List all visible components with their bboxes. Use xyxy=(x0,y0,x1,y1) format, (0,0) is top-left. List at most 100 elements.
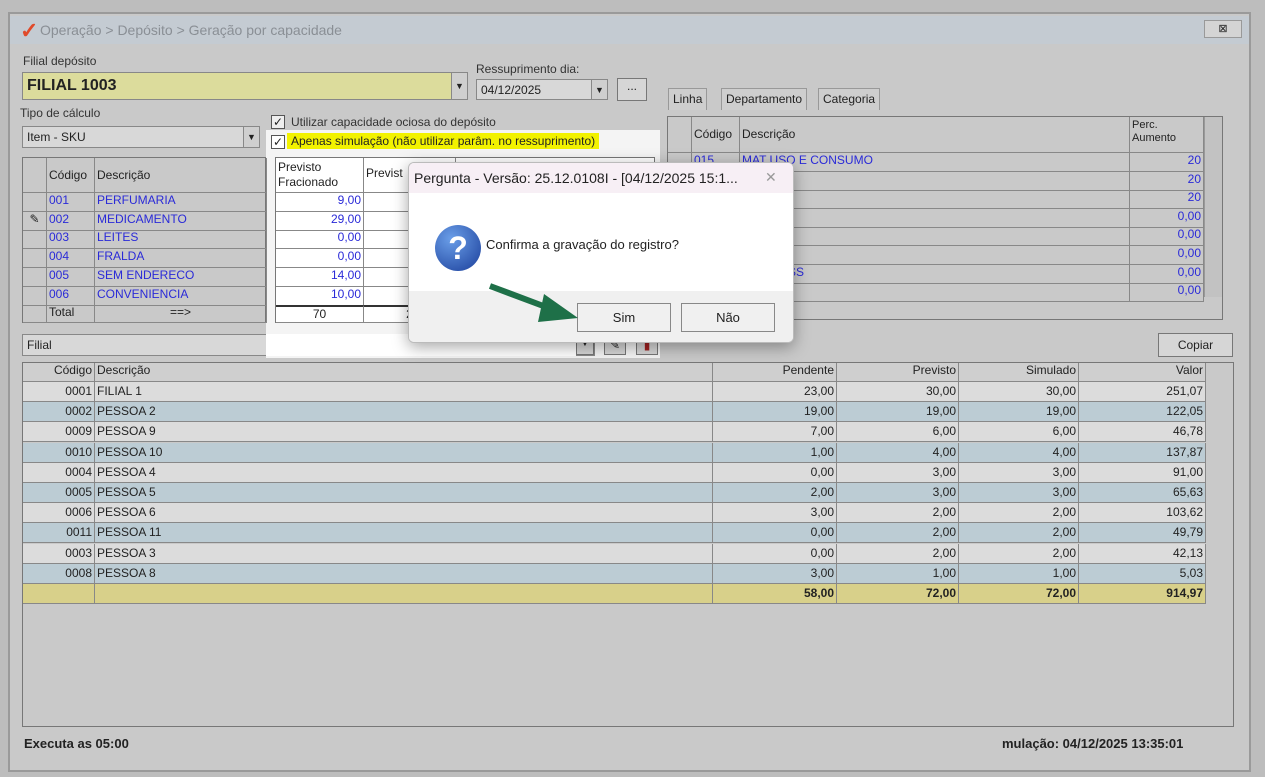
vertical-scrollbar[interactable] xyxy=(1204,117,1222,297)
table-cell[interactable]: 0008 xyxy=(23,563,95,584)
table-cell[interactable]: 3,00 xyxy=(959,483,1079,503)
row-selector[interactable] xyxy=(23,286,47,306)
table-cell[interactable]: 2,00 xyxy=(837,503,959,524)
table-cell[interactable]: 0,00 xyxy=(713,462,837,483)
perc-aumento-cell[interactable]: 0,00 xyxy=(1130,283,1204,303)
table-cell[interactable]: 0002 xyxy=(23,402,95,423)
edit-row-icon[interactable]: ✎ xyxy=(23,211,47,231)
table-cell[interactable]: 19,00 xyxy=(837,402,959,423)
category-description[interactable]: FRALDA xyxy=(95,249,267,269)
tab-categoria[interactable]: Categoria xyxy=(818,88,881,110)
table-cell[interactable]: 6,00 xyxy=(837,422,959,443)
copiar-button[interactable]: Copiar xyxy=(1158,333,1233,357)
previsto-fracionado-cell[interactable]: 10,00 xyxy=(276,286,364,306)
chevron-down-icon[interactable]: ▼ xyxy=(243,127,259,147)
sim-button[interactable]: Sim xyxy=(577,303,671,332)
previsto-fracionado-cell[interactable]: 0,00 xyxy=(276,230,364,250)
table-cell[interactable]: PESSOA 10 xyxy=(95,442,713,463)
table-cell[interactable]: PESSOA 3 xyxy=(95,543,713,564)
table-cell[interactable]: 30,00 xyxy=(959,382,1079,402)
nao-button[interactable]: Não xyxy=(681,303,775,332)
perc-aumento-cell[interactable]: 20 xyxy=(1130,190,1204,210)
tab-departamento[interactable]: Departamento xyxy=(721,88,808,110)
perc-aumento-cell[interactable]: 0,00 xyxy=(1130,227,1204,247)
col-header-perc-aumento[interactable]: Perc. Aumento xyxy=(1130,117,1204,153)
table-cell[interactable]: 0010 xyxy=(23,442,95,463)
category-code[interactable]: 006 xyxy=(47,286,95,306)
table-cell[interactable]: 46,78 xyxy=(1079,422,1206,443)
previsto-fracionado-cell[interactable]: 9,00 xyxy=(276,193,364,212)
table-cell[interactable]: 5,03 xyxy=(1079,563,1206,584)
table-cell[interactable]: PESSOA 6 xyxy=(95,503,713,524)
table-cell[interactable]: 2,00 xyxy=(959,503,1079,524)
table-cell[interactable]: 0005 xyxy=(23,483,95,503)
table-cell[interactable]: 19,00 xyxy=(959,402,1079,423)
table-cell[interactable]: 23,00 xyxy=(713,382,837,402)
tipo-calculo-select[interactable]: Item - SKU ▼ xyxy=(22,126,260,148)
linha-description[interactable]: E FITNESS xyxy=(740,264,1130,284)
row-selector[interactable] xyxy=(23,267,47,287)
table-cell[interactable]: 1,00 xyxy=(959,563,1079,584)
table-cell[interactable]: 2,00 xyxy=(837,523,959,544)
perc-aumento-cell[interactable]: 0,00 xyxy=(1130,264,1204,284)
linha-description[interactable]: MAT USO E CONSUMO xyxy=(740,153,1130,172)
linha-description[interactable] xyxy=(740,208,1130,228)
perc-aumento-cell[interactable]: 20 xyxy=(1130,171,1204,191)
table-cell[interactable]: 3,00 xyxy=(713,563,837,584)
table-cell[interactable]: 2,00 xyxy=(837,543,959,564)
table-cell[interactable]: 0003 xyxy=(23,543,95,564)
table-cell[interactable]: 2,00 xyxy=(959,543,1079,564)
table-cell[interactable]: 103,62 xyxy=(1079,503,1206,524)
linha-description[interactable]: NAS xyxy=(740,283,1130,303)
table-cell[interactable]: 7,00 xyxy=(713,422,837,443)
ressuprimento-more-button[interactable]: ... xyxy=(617,78,647,101)
table-cell[interactable]: 2,00 xyxy=(713,483,837,503)
table-cell[interactable]: 0,00 xyxy=(713,523,837,544)
category-description[interactable]: PERFUMARIA xyxy=(95,193,267,212)
table-cell[interactable]: 30,00 xyxy=(837,382,959,402)
table-cell[interactable]: 6,00 xyxy=(959,422,1079,443)
table-cell[interactable]: 42,13 xyxy=(1079,543,1206,564)
table-cell[interactable]: 3,00 xyxy=(713,503,837,524)
table-cell[interactable]: 3,00 xyxy=(837,483,959,503)
table-cell[interactable]: PESSOA 2 xyxy=(95,402,713,423)
table-cell[interactable]: FILIAL 1 xyxy=(95,382,713,402)
table-cell[interactable]: PESSOA 9 xyxy=(95,422,713,443)
category-code[interactable]: 003 xyxy=(47,230,95,250)
ressuprimento-date[interactable]: 04/12/2025 ▼ xyxy=(476,79,608,100)
table-cell[interactable]: 0004 xyxy=(23,462,95,483)
col-header-descricao[interactable]: Descrição xyxy=(95,363,713,382)
table-cell[interactable]: PESSOA 8 xyxy=(95,563,713,584)
perc-aumento-cell[interactable]: 0,00 xyxy=(1130,208,1204,228)
previsto-fracionado-cell[interactable]: 0,00 xyxy=(276,249,364,269)
table-cell[interactable]: 1,00 xyxy=(713,442,837,463)
close-window-button[interactable]: ⊠ xyxy=(1204,20,1242,38)
table-cell[interactable]: PESSOA 5 xyxy=(95,483,713,503)
linha-description[interactable]: AS xyxy=(740,190,1130,210)
category-description[interactable]: MEDICAMENTO xyxy=(95,211,267,231)
table-cell[interactable]: 122,05 xyxy=(1079,402,1206,423)
col-header-descricao[interactable]: Descrição xyxy=(740,117,1130,153)
col-header-pendente[interactable]: Pendente xyxy=(713,363,837,382)
col-header-previsto-fracionado[interactable]: Previsto Fracionado xyxy=(276,158,364,193)
table-cell[interactable]: PESSOA 11 xyxy=(95,523,713,544)
table-cell[interactable]: 137,87 xyxy=(1079,442,1206,463)
table-cell[interactable]: 1,00 xyxy=(837,563,959,584)
row-selector[interactable] xyxy=(23,249,47,269)
previsto-fracionado-cell[interactable]: 14,00 xyxy=(276,267,364,287)
table-cell[interactable]: PESSOA 4 xyxy=(95,462,713,483)
linha-description[interactable]: S xyxy=(740,246,1130,265)
col-header-codigo[interactable]: Código xyxy=(692,117,740,153)
table-cell[interactable]: 0,00 xyxy=(713,543,837,564)
filial-deposito-select[interactable]: FILIAL 1003 ▼ xyxy=(22,72,468,100)
chevron-down-icon[interactable]: ▼ xyxy=(591,80,607,99)
previsto-fracionado-cell[interactable]: 29,00 xyxy=(276,211,364,231)
linha-description[interactable] xyxy=(740,227,1130,247)
row-selector[interactable] xyxy=(23,193,47,212)
table-cell[interactable]: 91,00 xyxy=(1079,462,1206,483)
table-cell[interactable]: 0001 xyxy=(23,382,95,402)
col-header-descricao[interactable]: Descrição xyxy=(95,158,267,193)
col-header-codigo[interactable]: Código xyxy=(23,363,95,382)
col-header-valor[interactable]: Valor xyxy=(1079,363,1206,382)
table-cell[interactable]: 251,07 xyxy=(1079,382,1206,402)
